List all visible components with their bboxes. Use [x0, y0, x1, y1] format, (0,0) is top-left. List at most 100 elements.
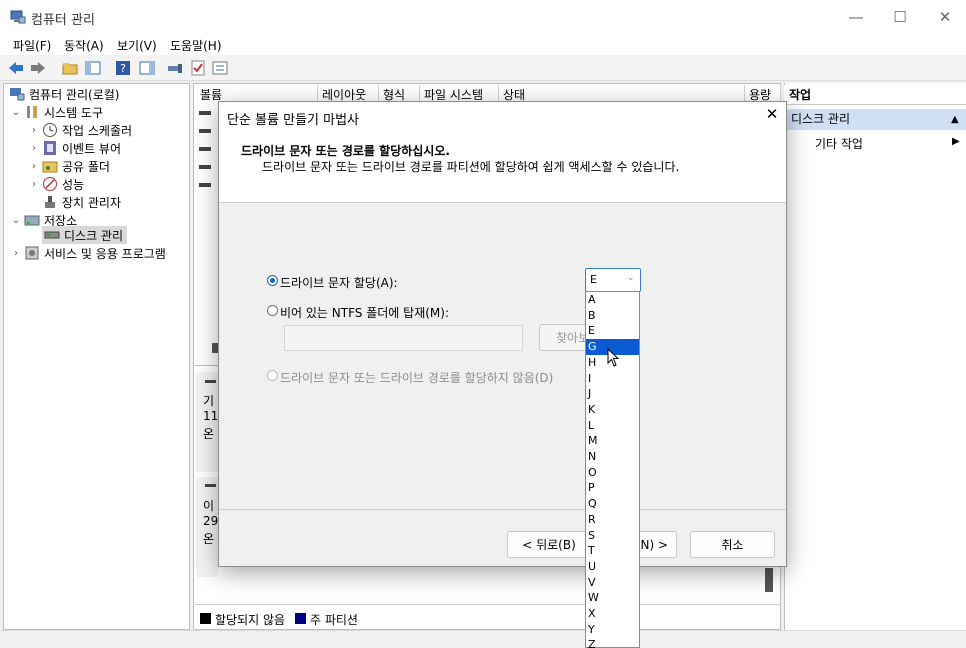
legend-swatch-unallocated: [200, 613, 211, 624]
mount-folder-radio[interactable]: [267, 305, 278, 319]
legend-label-primary: 주 파티션: [310, 613, 358, 627]
drive-letter-option[interactable]: U: [586, 559, 639, 575]
menu-view[interactable]: 보기(V): [117, 37, 157, 54]
close-button[interactable]: ✕: [922, 0, 966, 34]
properties-icon[interactable]: [211, 59, 229, 77]
drive-letter-option[interactable]: E: [586, 323, 639, 339]
storage-icon: [24, 212, 40, 228]
tree-item-label: 장치 관리자: [62, 195, 122, 210]
tree-item-disk-management[interactable]: 디스크 관리: [42, 226, 128, 244]
cancel-button[interactable]: 취소: [690, 531, 775, 558]
disk-icon: [205, 484, 216, 487]
svg-text:?: ?: [120, 62, 126, 75]
tree-item-performance[interactable]: › 성능: [28, 175, 84, 193]
menu-action[interactable]: 동작(A): [64, 37, 104, 54]
chevron-down-icon[interactable]: ⌄: [627, 273, 635, 283]
tree-item-label: 서비스 및 응용 프로그램: [44, 246, 166, 261]
legend-divider: [195, 604, 781, 605]
disk2-line: 온: [203, 532, 215, 546]
help-icon[interactable]: ?: [114, 59, 132, 77]
clock-icon: [42, 122, 58, 138]
window-title: 컴퓨터 관리: [31, 13, 95, 28]
status-bar: [0, 630, 966, 648]
tree-item-system-tools[interactable]: ⌄ 시스템 도구: [10, 103, 103, 121]
shared-folder-icon: [42, 158, 58, 174]
no-letter-radio[interactable]: [267, 370, 278, 384]
drive-letter-option[interactable]: W: [586, 590, 639, 606]
drive-letter-option[interactable]: P: [586, 480, 639, 496]
mount-folder-label[interactable]: 비어 있는 NTFS 폴더에 탑재(M):: [280, 304, 449, 321]
tree-item-task-scheduler[interactable]: › 작업 스케줄러: [28, 121, 132, 139]
folder-path-input[interactable]: [284, 325, 523, 351]
browse-button[interactable]: 찾아보: [539, 324, 591, 351]
wizard-heading: 드라이브 문자 또는 경로를 할당하십시오.: [241, 144, 450, 158]
tree-item-services[interactable]: › 서비스 및 응용 프로그램: [10, 244, 166, 262]
actions-more[interactable]: 기타 작업: [815, 135, 863, 152]
maximize-button[interactable]: ☐: [877, 0, 923, 34]
chevron-right-icon[interactable]: ›: [28, 179, 40, 190]
tree-item-label: 작업 스케줄러: [62, 123, 133, 138]
close-icon[interactable]: ✕: [760, 105, 784, 123]
drive-letter-option[interactable]: R: [586, 512, 639, 528]
tree-item-event-viewer[interactable]: › 이벤트 뷰어: [28, 139, 121, 157]
chevron-right-icon[interactable]: ›: [10, 248, 22, 259]
show-action-pane-icon[interactable]: [138, 59, 156, 77]
drive-letter-list: ABEGHIJKLMNOPQRSTUVWXYZ: [585, 291, 640, 648]
legend-label-unallocated: 할당되지 않음: [215, 613, 286, 627]
drive-letter-option[interactable]: N: [586, 449, 639, 465]
menu-file[interactable]: 파일(F): [13, 37, 51, 54]
drive-letter-option[interactable]: Q: [586, 496, 639, 512]
minimize-button[interactable]: —: [833, 0, 879, 34]
menu-help[interactable]: 도움말(H): [170, 37, 222, 54]
show-hide-tree-icon[interactable]: [84, 59, 102, 77]
drive-letter-option[interactable]: Y: [586, 622, 639, 638]
chevron-down-icon[interactable]: ⌄: [10, 107, 22, 118]
tools-icon: [24, 104, 40, 120]
drive-letter-option[interactable]: O: [586, 465, 639, 481]
submenu-arrow-icon[interactable]: ▶: [952, 136, 960, 147]
radio-unchecked-icon: [267, 370, 278, 381]
radio-checked-icon: [267, 275, 278, 286]
back-arrow-icon[interactable]: [7, 59, 25, 77]
check-icon[interactable]: [189, 59, 207, 77]
drive-letter-option[interactable]: I: [586, 371, 639, 387]
services-icon: [24, 245, 40, 261]
assign-letter-label[interactable]: 드라이브 문자 할당(A):: [280, 274, 398, 291]
drive-letter-option[interactable]: A: [586, 292, 639, 308]
disk2-line: 이: [203, 499, 215, 513]
disk1-line: 온: [203, 427, 215, 441]
disk-icon: [44, 227, 60, 243]
chevron-right-icon[interactable]: ›: [28, 143, 40, 154]
drive-letter-option[interactable]: K: [586, 402, 639, 418]
forward-arrow-icon[interactable]: [29, 59, 47, 77]
drive-letter-option[interactable]: L: [586, 418, 639, 434]
drive-letter-option[interactable]: V: [586, 575, 639, 591]
chevron-down-icon[interactable]: ⌄: [10, 215, 22, 226]
tree-root[interactable]: 컴퓨터 관리(로컬): [7, 85, 119, 103]
chevron-right-icon[interactable]: ›: [28, 161, 40, 172]
up-folder-icon[interactable]: [61, 59, 79, 77]
drive-letter-option[interactable]: T: [586, 543, 639, 559]
connect-icon[interactable]: [166, 59, 184, 77]
drive-letter-option[interactable]: S: [586, 528, 639, 544]
no-letter-label[interactable]: 드라이브 문자 또는 드라이브 경로를 할당하지 않음(D): [280, 369, 553, 386]
drive-letter-option[interactable]: X: [586, 606, 639, 622]
drive-letter-option[interactable]: Z: [586, 637, 639, 648]
drive-letter-option[interactable]: B: [586, 308, 639, 324]
event-viewer-icon: [42, 140, 58, 156]
tree-item-device-manager[interactable]: 장치 관리자: [40, 193, 121, 211]
tree-item-label: 공유 폴더: [62, 159, 110, 174]
computer-management-icon: [9, 86, 25, 102]
drive-letter-option[interactable]: M: [586, 433, 639, 449]
assign-letter-radio[interactable]: [267, 275, 278, 289]
drive-letter-value: E: [590, 273, 597, 286]
actions-section-disk-management[interactable]: 디스크 관리: [786, 109, 966, 130]
scroll-thumb[interactable]: [765, 568, 773, 592]
actions-section-label: 디스크 관리: [791, 112, 851, 126]
drive-letter-option[interactable]: J: [586, 386, 639, 402]
device-manager-icon: [42, 194, 58, 210]
back-button[interactable]: < 뒤로(B): [507, 531, 591, 558]
collapse-up-icon[interactable]: ▲: [951, 114, 959, 125]
chevron-right-icon[interactable]: ›: [28, 125, 40, 136]
tree-item-shared-folders[interactable]: › 공유 폴더: [28, 157, 110, 175]
